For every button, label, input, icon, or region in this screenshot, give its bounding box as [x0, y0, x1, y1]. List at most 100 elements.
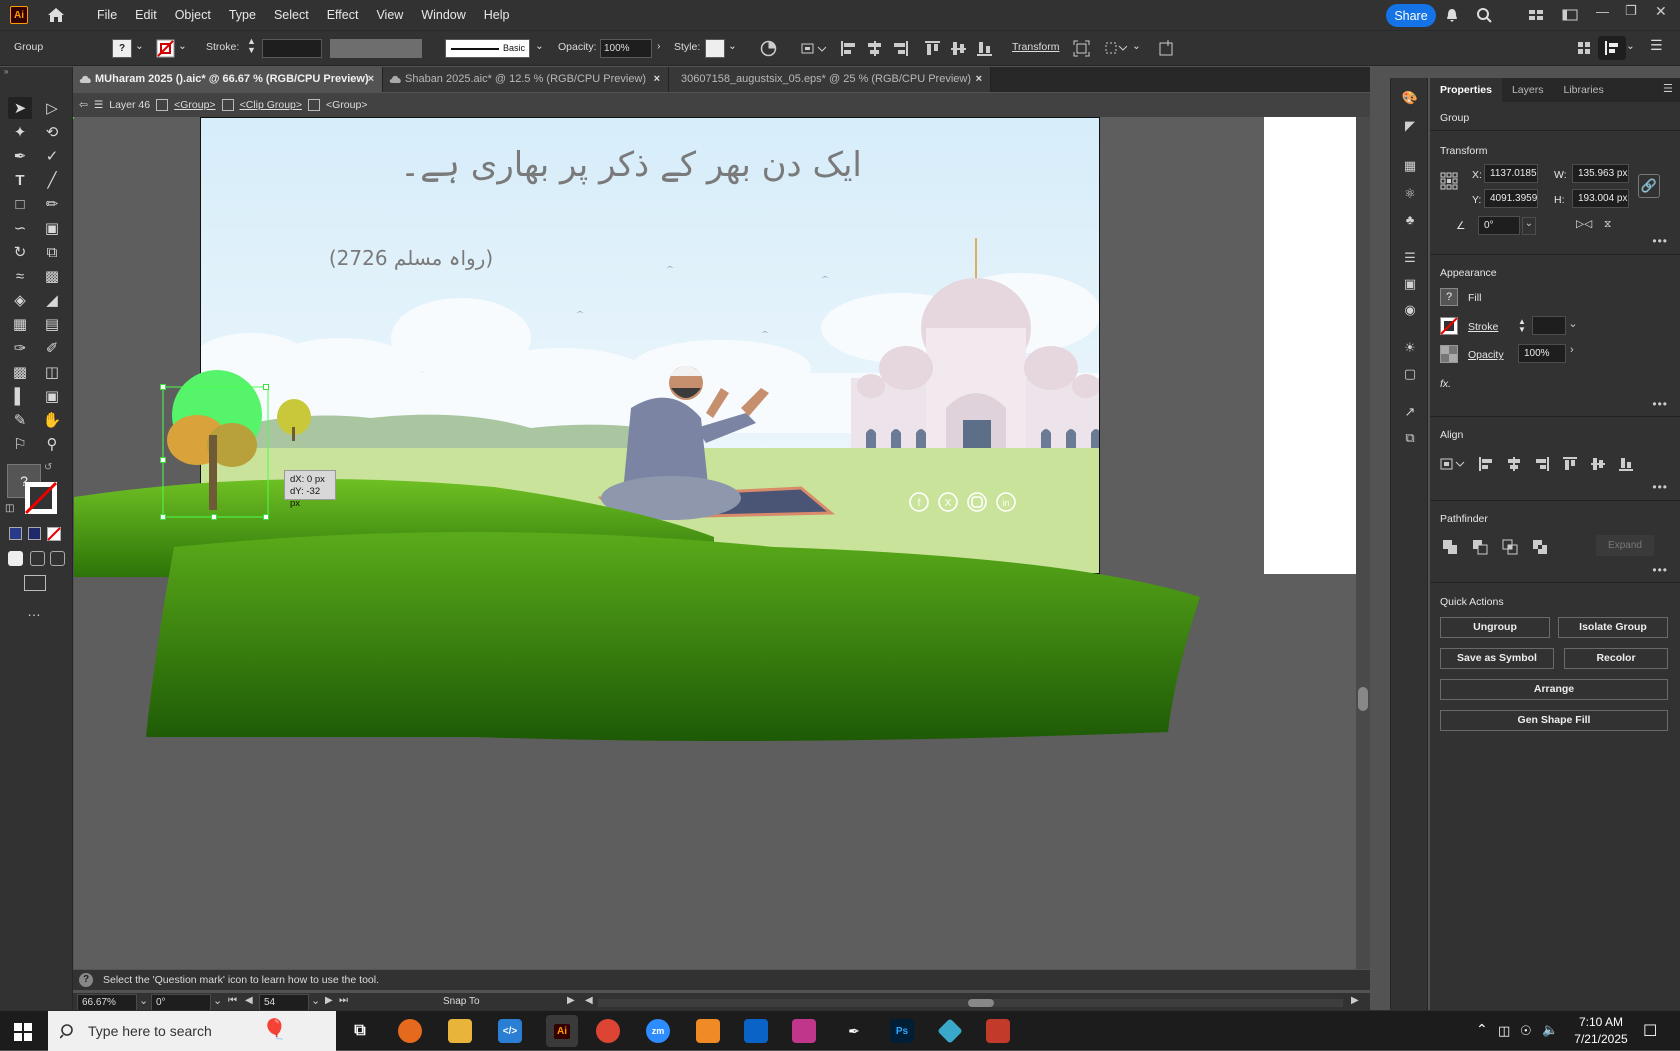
wifi-icon[interactable]: ☉: [1520, 1023, 1532, 1039]
chevron-right-icon[interactable]: ›: [1570, 344, 1574, 356]
chevron-down-icon[interactable]: ⌄: [1132, 40, 1141, 52]
more-options-icon[interactable]: •••: [1652, 480, 1668, 494]
rectangle-tool-icon[interactable]: □: [8, 193, 32, 215]
gen-shape-fill-button[interactable]: Gen Shape Fill: [1440, 710, 1668, 731]
align-center-icon[interactable]: [1506, 456, 1522, 472]
mesh-tool-icon[interactable]: ▦: [8, 313, 32, 335]
screen-mode-icon[interactable]: [24, 575, 46, 591]
rotate-field[interactable]: 0°: [1478, 216, 1520, 235]
xampp-icon[interactable]: [696, 1019, 720, 1043]
slice-tool-icon[interactable]: ✎: [8, 409, 32, 431]
opacity-checker-icon[interactable]: [1440, 345, 1458, 363]
restore-icon[interactable]: ❐: [1625, 3, 1637, 19]
selection-handle[interactable]: [263, 384, 269, 390]
minus-front-icon[interactable]: [1472, 539, 1488, 555]
free-transform-tool-icon[interactable]: ▩: [40, 265, 64, 287]
arrange-documents-icon[interactable]: [1158, 39, 1176, 57]
menu-effect[interactable]: Effect: [318, 8, 368, 22]
transparency-icon[interactable]: ◉: [1401, 302, 1419, 318]
draw-behind-icon[interactable]: [30, 551, 45, 566]
shape-builder-tool-icon[interactable]: ◈: [8, 289, 32, 311]
chevron-down-icon[interactable]: ⌄: [728, 40, 737, 52]
add-effect-button[interactable]: fx.: [1440, 378, 1451, 390]
menu-file[interactable]: File: [88, 8, 126, 22]
align-right-icon[interactable]: [892, 40, 909, 57]
graphic-styles-icon[interactable]: ▢: [1401, 366, 1419, 382]
direct-selection-tool-icon[interactable]: ▷: [40, 97, 64, 119]
breadcrumb-layer[interactable]: Layer 46: [109, 99, 150, 111]
vertical-scroll-thumb[interactable]: [1358, 687, 1368, 711]
eraser-tool-icon[interactable]: ▣: [40, 217, 64, 239]
next-artboard-icon[interactable]: ▶: [325, 995, 333, 1006]
lasso-tool-icon[interactable]: ⟲: [40, 121, 64, 143]
home-icon[interactable]: [46, 6, 66, 24]
hand-tool-icon[interactable]: ✋: [40, 409, 64, 431]
menu-window[interactable]: Window: [412, 8, 474, 22]
width-field[interactable]: 135.963 px: [1572, 164, 1629, 183]
panel-toggle-icon[interactable]: [1562, 8, 1578, 22]
stroke-weight-field[interactable]: [1532, 316, 1566, 335]
unite-icon[interactable]: [1442, 539, 1458, 555]
artboard-tool-icon[interactable]: ▣: [40, 385, 64, 407]
close-tab-icon[interactable]: ×: [976, 67, 982, 92]
style-swatch[interactable]: [705, 39, 725, 58]
breadcrumb-current-group[interactable]: <Group>: [326, 99, 367, 111]
draw-normal-icon[interactable]: [8, 551, 23, 566]
recolor-artwork-icon[interactable]: [760, 40, 777, 57]
firefox-icon[interactable]: [398, 1019, 422, 1043]
selection-handle[interactable]: [160, 457, 166, 463]
stroke-stepper-icon[interactable]: ▲ ▼: [1518, 318, 1526, 334]
gradient-mode-icon[interactable]: [28, 527, 41, 540]
menu-help[interactable]: Help: [475, 8, 519, 22]
appearance-panel-icon[interactable]: ☀: [1401, 340, 1419, 356]
tab-augustsix[interactable]: 30607158_augustsix_05.eps* @ 25 % (RGB/C…: [669, 67, 991, 92]
none-mode-icon[interactable]: [47, 527, 61, 541]
chevron-down-icon[interactable]: ⌄: [213, 994, 222, 1007]
symbol-sprayer-tool-icon[interactable]: ▩: [8, 361, 32, 383]
share-button[interactable]: Share: [1386, 4, 1436, 27]
selection-handle[interactable]: [263, 514, 269, 520]
magic-wand-tool-icon[interactable]: ✦: [8, 121, 32, 143]
column-graph-tool-icon[interactable]: ▌: [8, 385, 32, 407]
align-to-selection-icon[interactable]: [1440, 456, 1466, 472]
search-icon[interactable]: [1476, 7, 1492, 23]
workspace-icon[interactable]: [1528, 8, 1544, 22]
chevron-down-icon[interactable]: ⌄: [1566, 317, 1580, 335]
app-tool-icon[interactable]: [986, 1019, 1010, 1043]
menu-more-icon[interactable]: ☰: [1650, 37, 1663, 54]
opacity-field[interactable]: 100%: [1518, 344, 1566, 363]
back-arrow-icon[interactable]: ⇦: [79, 99, 88, 111]
exclude-icon[interactable]: [1532, 539, 1548, 555]
stroke-stepper-icon[interactable]: ▲ ▼: [247, 37, 256, 55]
file-explorer-icon[interactable]: [448, 1019, 472, 1043]
reference-point-icon[interactable]: [1440, 172, 1458, 190]
stroke-none-swatch-icon[interactable]: [1440, 317, 1458, 335]
illustrator-logo[interactable]: Ai: [10, 6, 28, 24]
chevron-down-icon[interactable]: ⌄: [178, 40, 187, 52]
pen-app-icon[interactable]: ✒: [842, 1019, 866, 1043]
tray-chevron-icon[interactable]: ⌃: [1476, 1021, 1488, 1038]
rotation-field[interactable]: 0°: [151, 994, 211, 1011]
color-guide-icon[interactable]: ◤: [1401, 118, 1419, 134]
tab-layers[interactable]: Layers: [1502, 78, 1554, 102]
selection-handle[interactable]: [160, 514, 166, 520]
task-view-icon[interactable]: ⧉: [348, 1019, 372, 1043]
tab-muharam[interactable]: MUharam 2025 ().aic* @ 66.67 % (RGB/CPU …: [73, 67, 383, 92]
close-tab-icon[interactable]: ×: [368, 67, 374, 92]
artboards-panel-icon[interactable]: ⧉: [1401, 430, 1419, 446]
isolate-icon[interactable]: [1073, 40, 1090, 57]
type-tool-icon[interactable]: T: [8, 169, 32, 191]
clock-time[interactable]: 7:10 AM: [1566, 1015, 1636, 1029]
align-bottom-icon[interactable]: [976, 40, 993, 57]
puppet-warp-icon[interactable]: [1104, 40, 1128, 57]
transform-link[interactable]: Transform: [1012, 41, 1059, 53]
tab-shaban[interactable]: Shaban 2025.aic* @ 12.5 % (RGB/CPU Previ…: [383, 67, 669, 92]
align-top-icon[interactable]: [924, 40, 941, 57]
warp-tool-icon[interactable]: ≈: [8, 265, 32, 287]
constrain-proportions-icon[interactable]: 🔗: [1638, 174, 1660, 198]
chevron-down-icon[interactable]: ⌄: [139, 994, 148, 1007]
swatches-icon[interactable]: ▦: [1401, 158, 1419, 174]
variable-width-profile[interactable]: [330, 39, 422, 58]
opacity-field[interactable]: 100%: [600, 39, 652, 58]
stroke-swatch-icon[interactable]: [156, 39, 175, 58]
